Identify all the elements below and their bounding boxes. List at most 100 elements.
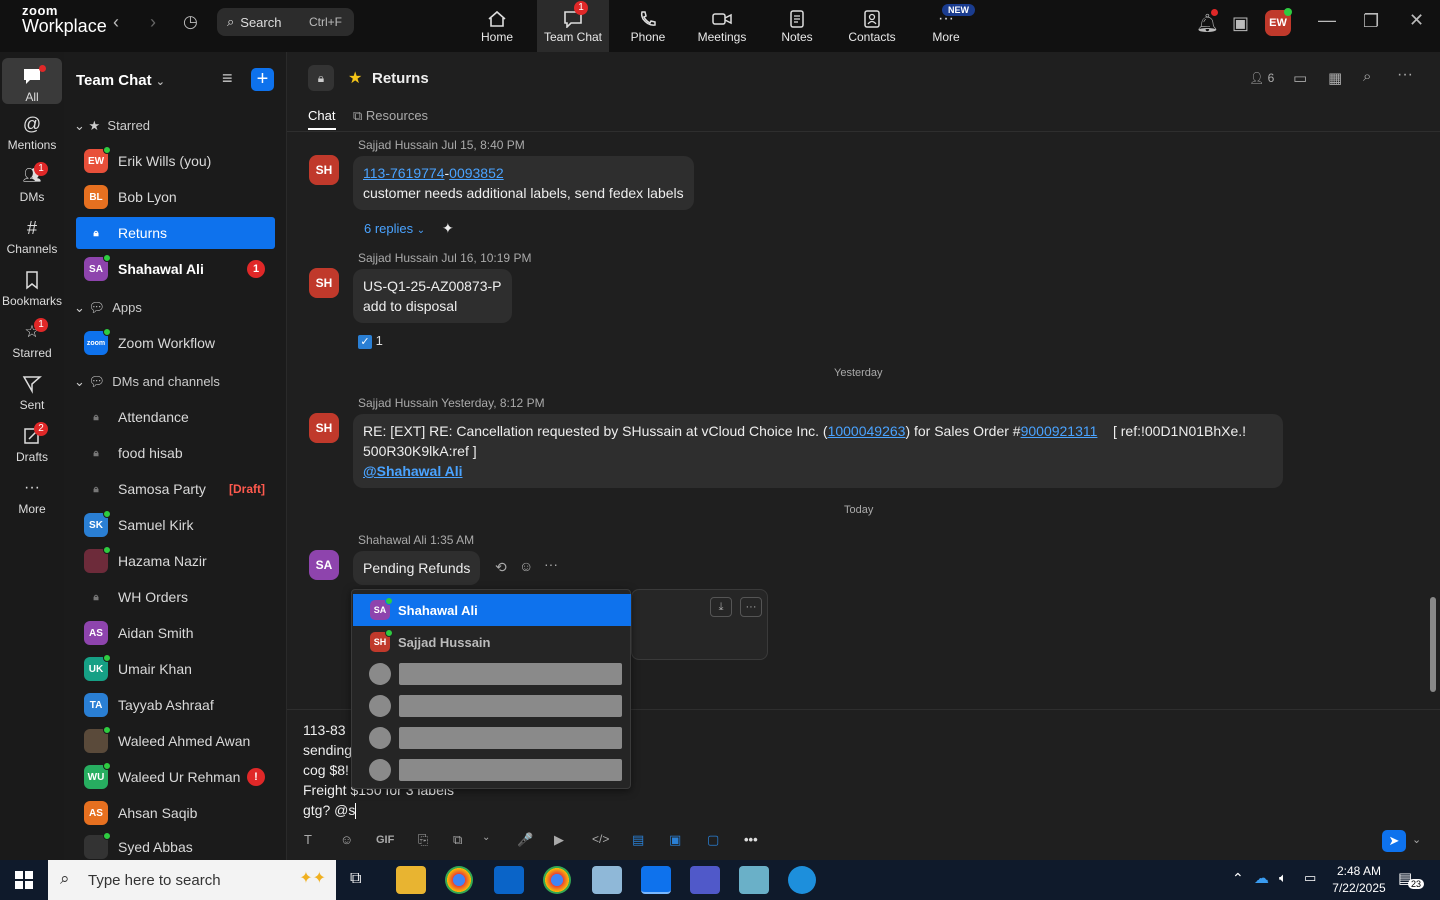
download-icon[interactable]: ⤓ <box>710 597 732 617</box>
sparkle-icon[interactable]: ✦ <box>442 220 454 237</box>
video-message-icon[interactable]: ▶ <box>554 832 564 848</box>
sidebar-item-food-hisab[interactable]: 🔒︎ food hisab <box>76 437 275 469</box>
order-link[interactable]: 113-7619774 <box>363 165 444 181</box>
chevron-up-icon[interactable]: ⌃ <box>1232 870 1244 887</box>
avatar[interactable]: SA <box>309 550 339 580</box>
sidebar-item-attendance[interactable]: 🔒︎ Attendance <box>76 401 275 433</box>
nav-contacts[interactable]: Contacts <box>836 0 908 52</box>
forward-arrow-icon[interactable]: › <box>150 12 156 33</box>
emoji-icon[interactable]: ☺ <box>340 832 353 847</box>
sidebar-item-tayyab-ashraaf[interactable]: TA Tayyab Ashraaf <box>76 689 275 721</box>
gif-icon[interactable]: GIF <box>376 834 394 846</box>
code-snippet-icon[interactable]: </> <box>592 832 609 846</box>
nav-meetings[interactable]: Meetings <box>686 0 758 52</box>
rail-mentions[interactable]: @ Mentions <box>2 114 62 152</box>
chevron-down-icon[interactable]: ⌄ <box>482 832 490 843</box>
more-options-icon[interactable]: ··· <box>740 597 762 617</box>
sidebar-title[interactable]: Team Chat ⌄ <box>76 72 165 89</box>
reply-icon[interactable]: ⟲ <box>495 559 507 576</box>
filter-icon[interactable]: ≡ <box>222 68 233 89</box>
zoom-icon[interactable] <box>641 866 671 894</box>
nav-phone[interactable]: Phone <box>612 0 684 52</box>
tab-resources[interactable]: ⧉ Resources <box>353 108 428 124</box>
app-icon[interactable]: ▤ <box>632 832 644 848</box>
rail-starred[interactable]: ☆ 1 Starred <box>2 318 62 360</box>
sidebar-item-waleed-ur-rehman[interactable]: WU Waleed Ur Rehman ! <box>76 761 275 793</box>
scrollbar-thumb[interactable] <box>1430 597 1436 692</box>
taskbar-clock[interactable]: 2:48 AM 7/22/2025 <box>1329 863 1389 897</box>
sidebar-item-returns[interactable]: 🔒︎ Returns <box>76 217 275 249</box>
sidebar-item-ahsan-saqib[interactable]: AS Ahsan Saqib <box>76 797 275 829</box>
rail-channels[interactable]: # Channels <box>2 218 62 256</box>
rail-drafts[interactable]: 2 Drafts <box>2 422 62 464</box>
file-explorer-icon[interactable] <box>396 866 426 894</box>
order-link[interactable]: 9000921311 <box>1021 423 1098 439</box>
volume-icon[interactable]: 🔈︎ <box>1279 870 1287 886</box>
nav-team-chat[interactable]: 1 Team Chat <box>537 0 609 52</box>
windows-start-icon[interactable] <box>15 871 33 889</box>
app-icon[interactable] <box>592 866 622 894</box>
nav-home[interactable]: Home <box>461 0 533 52</box>
microphone-icon[interactable]: 🎤 <box>517 832 533 848</box>
sidebar-item-aidan-smith[interactable]: AS Aidan Smith <box>76 617 275 649</box>
nav-more[interactable]: ··· NEW More <box>910 0 982 52</box>
message-bubble[interactable]: US-Q1-25-AZ00873-P add to disposal <box>353 269 512 323</box>
send-button[interactable]: ➤ <box>1382 830 1406 852</box>
message-bubble[interactable]: RE: [EXT] RE: Cancellation requested by … <box>353 414 1283 488</box>
app-icon[interactable] <box>739 866 769 894</box>
calendar-icon[interactable]: ▦ <box>1328 69 1342 87</box>
sidebar-item-syed-abbas[interactable]: Syed Abbas <box>76 833 275 860</box>
order-link[interactable]: 1000049263 <box>828 423 906 439</box>
sidebar-item-waleed-ahmed-awan[interactable]: Waleed Ahmed Awan <box>76 725 275 757</box>
task-view-icon[interactable]: ⧉ <box>350 870 361 888</box>
video-icon[interactable]: ▭ <box>1293 69 1307 87</box>
rail-more[interactable]: ··· More <box>2 478 62 516</box>
file-card[interactable]: ⤓ ··· <box>631 589 768 660</box>
avatar[interactable]: SH <box>309 413 339 443</box>
screenshot-icon[interactable]: ⧉ <box>453 832 462 848</box>
mention-link[interactable]: @Shahawal Ali <box>363 463 463 479</box>
members-button[interactable]: 👤︎ 6 <box>1249 71 1274 85</box>
message-bubble[interactable]: 113-7619774-0093852 customer needs addit… <box>353 156 694 210</box>
rail-dms[interactable]: 👥︎ 1 DMs <box>2 162 62 204</box>
message-bubble[interactable]: Pending Refunds <box>353 551 481 585</box>
chrome-icon[interactable] <box>445 866 473 894</box>
sidebar-item-samuel-kirk[interactable]: SK Samuel Kirk <box>76 509 275 541</box>
edge-icon[interactable] <box>788 866 816 894</box>
bell-icon[interactable]: 🔔︎ <box>1196 13 1219 34</box>
mention-option-sajjad-hussain[interactable]: SH Sajjad Hussain <box>353 626 631 658</box>
more-options-icon[interactable]: ··· <box>544 556 558 572</box>
maximize-icon[interactable]: ❐ <box>1363 11 1379 32</box>
rail-all[interactable]: All <box>2 58 62 104</box>
emoji-icon[interactable]: ☺ <box>519 558 533 574</box>
teams-icon[interactable] <box>690 866 720 894</box>
more-options-icon[interactable]: ··· <box>1397 66 1413 84</box>
taskbar-search[interactable]: ⌕ Type here to search ✦✦ <box>48 860 336 900</box>
sidebar-item-bob-lyon[interactable]: BL Bob Lyon <box>76 181 275 213</box>
rail-sent[interactable]: Sent <box>2 374 62 412</box>
sidebar-item-shahawal-ali[interactable]: SA Shahawal Ali 1 <box>76 253 275 285</box>
network-icon[interactable]: ▭ <box>1304 870 1316 886</box>
back-arrow-icon[interactable]: ‹ <box>113 12 119 33</box>
sidebar-item-wh-orders[interactable]: 🔒︎ WH Orders <box>76 581 275 613</box>
section-apps[interactable]: ⌄ 💬︎ Apps <box>74 300 142 316</box>
sidebar-item-samosa-party[interactable]: 🔒︎ Samosa Party [Draft] <box>76 473 275 505</box>
order-link[interactable]: 0093852 <box>449 165 504 181</box>
sidebar-item-zoom-workflow[interactable]: zoom Zoom Workflow <box>76 327 275 359</box>
sidebar-item-hazama-nazir[interactable]: Hazama Nazir <box>76 545 275 577</box>
tab-chat[interactable]: Chat <box>308 108 336 130</box>
sidebar-item-erik-wills[interactable]: EW Erik Wills (you) <box>76 145 275 177</box>
reaction-chip[interactable]: ✓ 1 <box>358 333 383 349</box>
more-icon[interactable]: ••• <box>744 832 758 847</box>
mention-option-shahawal-ali[interactable]: SA Shahawal Ali <box>353 594 631 626</box>
minimize-icon[interactable]: — <box>1318 10 1336 31</box>
nav-notes[interactable]: Notes <box>761 0 833 52</box>
new-chat-button[interactable]: + <box>251 68 274 91</box>
format-text-icon[interactable]: T <box>304 832 312 847</box>
chrome-icon[interactable] <box>543 866 571 894</box>
whiteboard-icon[interactable]: ▣ <box>1232 13 1249 34</box>
sidebar-item-umair-khan[interactable]: UK Umair Khan <box>76 653 275 685</box>
onedrive-icon[interactable]: ☁ <box>1254 869 1269 887</box>
history-icon[interactable]: ◷ <box>183 12 198 32</box>
app-icon[interactable]: ▣ <box>669 832 681 848</box>
